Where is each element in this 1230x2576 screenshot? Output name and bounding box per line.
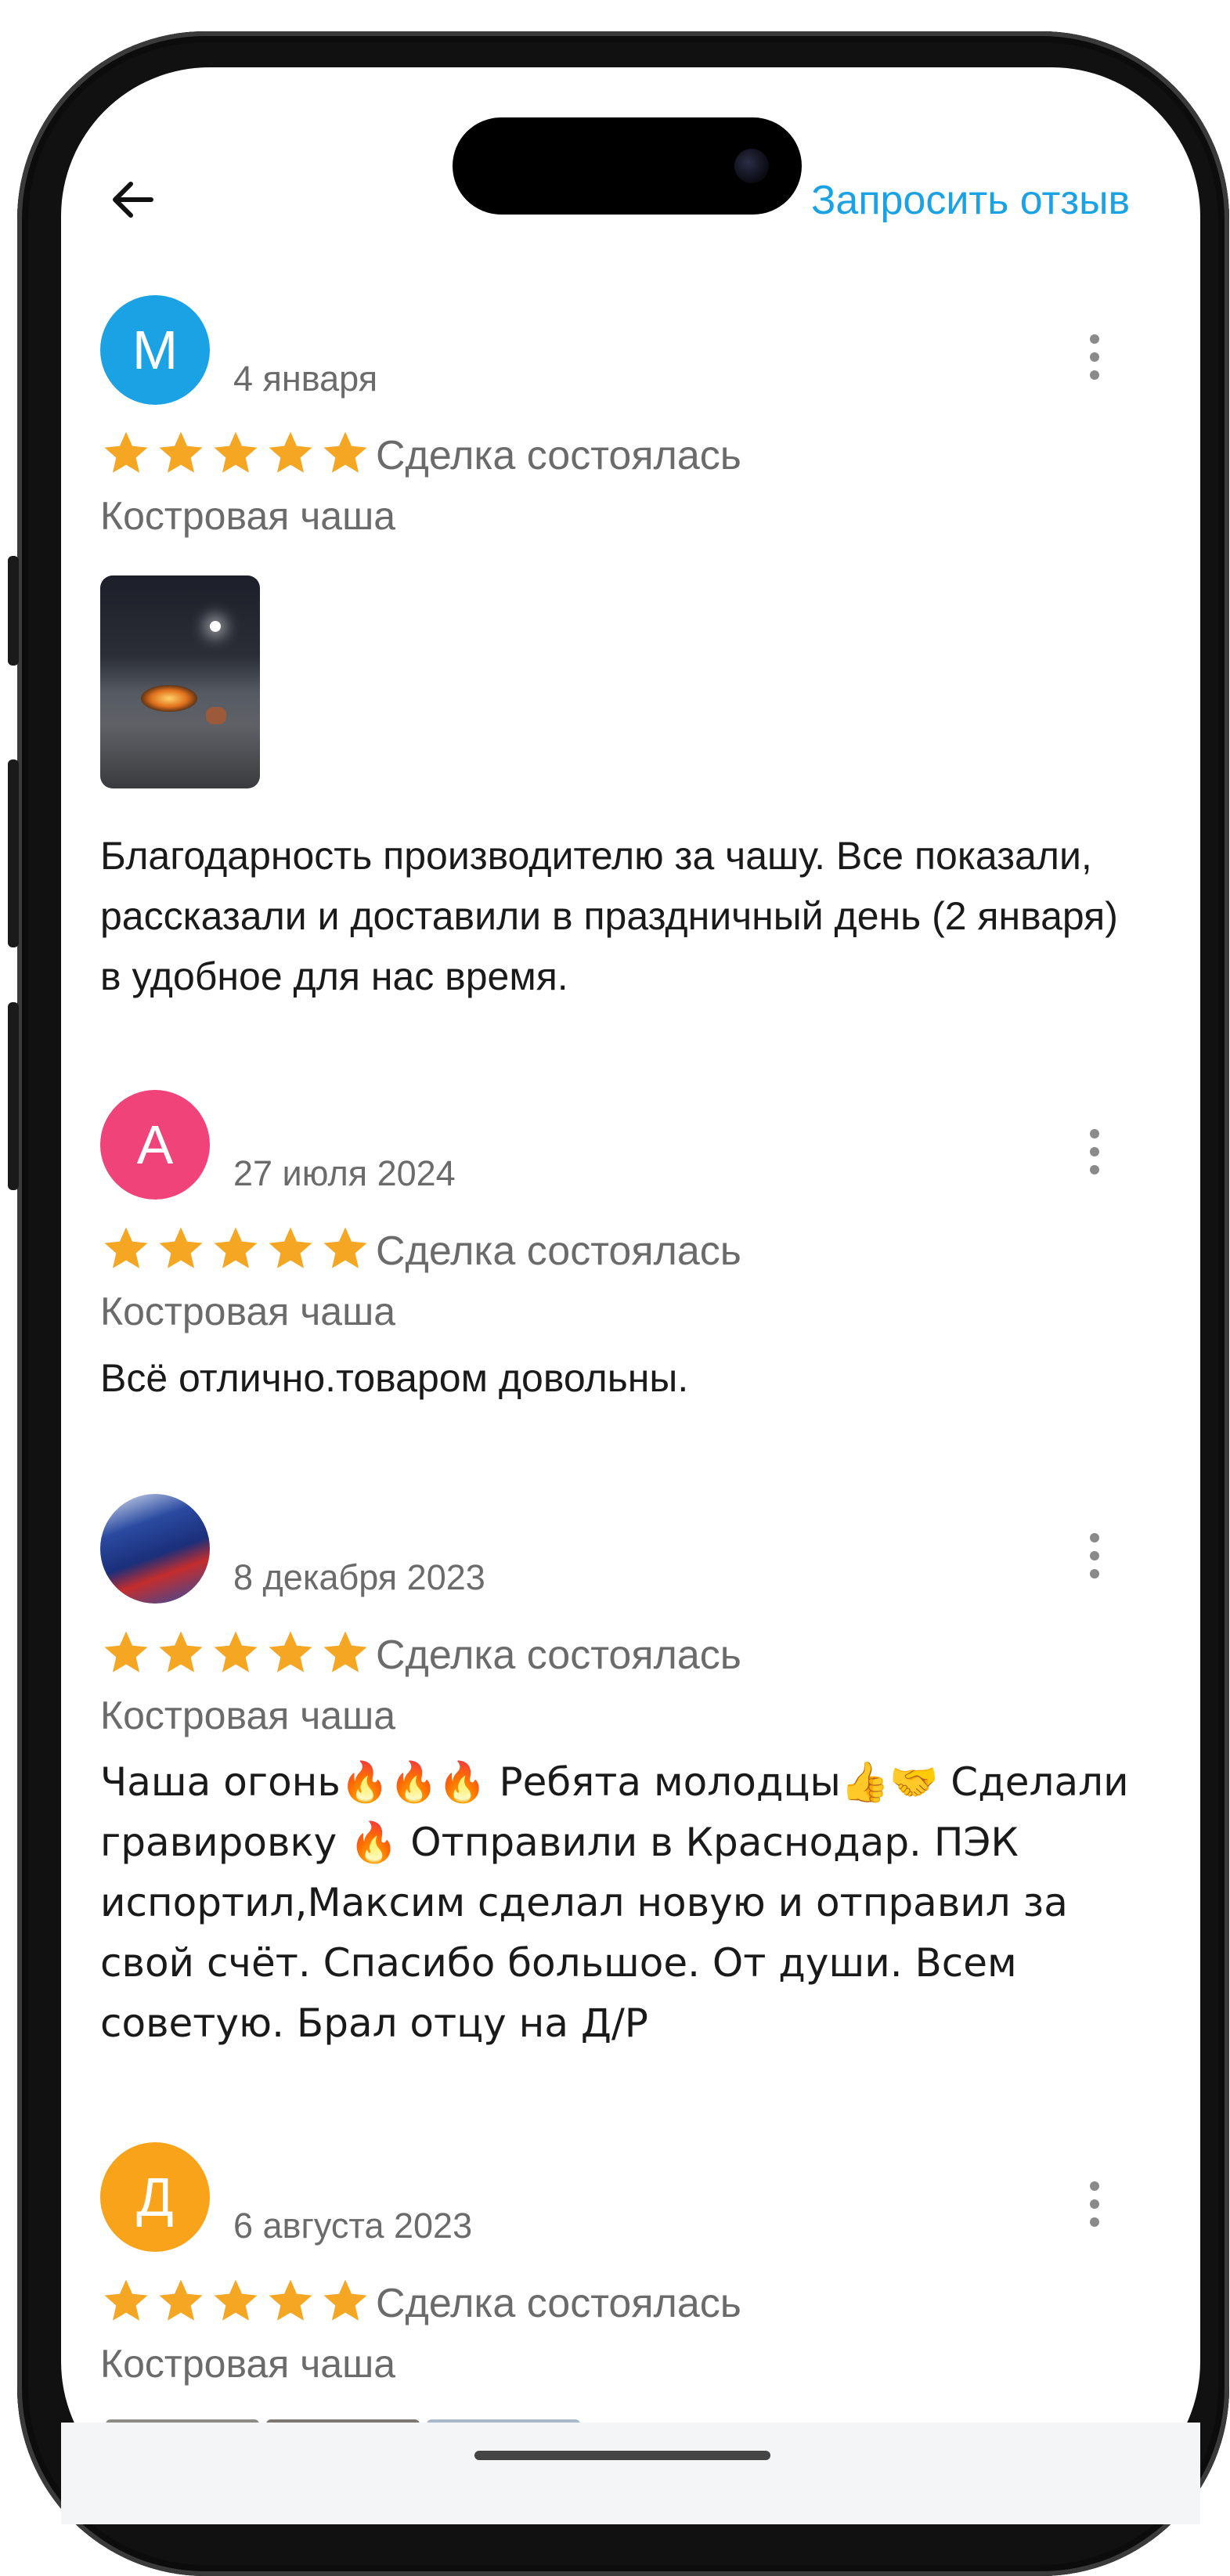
rating-stars bbox=[100, 1223, 371, 1278]
star-icon bbox=[159, 431, 203, 473]
review-date: 8 декабря 2023 bbox=[233, 1557, 485, 1597]
deal-status: Сделка состоялась bbox=[376, 1633, 741, 1678]
star-icon bbox=[159, 1227, 203, 1268]
phone-side-button bbox=[8, 556, 19, 666]
star-icon bbox=[323, 2279, 367, 2321]
avatar: Д bbox=[100, 2142, 210, 2252]
back-button[interactable] bbox=[106, 172, 161, 227]
star-icon bbox=[214, 431, 258, 473]
deal-status: Сделка состоялась bbox=[376, 1228, 741, 1274]
rating-stars bbox=[100, 2275, 371, 2330]
deal-status: Сделка состоялась bbox=[376, 2281, 741, 2326]
review-text: Благодарность производителю за чашу. Все… bbox=[100, 834, 1118, 998]
bottom-bar bbox=[61, 2423, 1200, 2524]
star-icon bbox=[323, 1631, 367, 1672]
star-icon bbox=[269, 1227, 312, 1268]
app-screenshot: Запросить отзыв М 4 января Сделка состоя… bbox=[0, 0, 1230, 2576]
more-options-button[interactable] bbox=[1079, 2177, 1110, 2232]
star-icon bbox=[269, 2279, 312, 2321]
deal-status: Сделка состоялась bbox=[376, 433, 741, 478]
star-icon bbox=[104, 1227, 148, 1268]
review-date: 6 августа 2023 bbox=[233, 2206, 473, 2246]
camera-icon bbox=[734, 149, 769, 183]
star-icon bbox=[214, 1227, 258, 1268]
avatar bbox=[100, 1494, 210, 1604]
back-arrow-icon bbox=[113, 182, 153, 218]
avatar: М bbox=[100, 295, 210, 405]
review-text: Чаша огонь🔥🔥🔥 Ребята молодцы👍🤝 Сделали г… bbox=[100, 1759, 1129, 2046]
avatar: А bbox=[100, 1090, 210, 1200]
star-icon bbox=[214, 2279, 258, 2321]
star-icon bbox=[104, 1631, 148, 1672]
star-icon bbox=[159, 2279, 203, 2321]
star-icon bbox=[159, 1631, 203, 1672]
dynamic-island bbox=[453, 117, 802, 215]
star-icon bbox=[214, 1631, 258, 1672]
star-icon bbox=[104, 2279, 148, 2321]
phone-side-button bbox=[8, 1002, 19, 1190]
star-icon bbox=[104, 431, 148, 473]
product-name: Костровая чаша bbox=[100, 1290, 396, 1333]
more-options-button[interactable] bbox=[1079, 1529, 1110, 1584]
star-icon bbox=[269, 1631, 312, 1672]
phone-side-button bbox=[8, 759, 19, 947]
product-name: Костровая чаша bbox=[100, 494, 396, 538]
rating-stars bbox=[100, 428, 371, 482]
review-date: 4 января bbox=[233, 359, 378, 399]
home-indicator[interactable] bbox=[474, 2451, 770, 2460]
product-name: Костровая чаша bbox=[100, 1694, 396, 1737]
request-review-link[interactable]: Запросить отзыв bbox=[811, 177, 1130, 224]
rating-stars bbox=[100, 1627, 371, 1682]
more-options-button[interactable] bbox=[1079, 1125, 1110, 1180]
star-icon bbox=[269, 431, 312, 473]
review-text: Всё отлично.товаром довольны. bbox=[100, 1356, 689, 1400]
product-name: Костровая чаша bbox=[100, 2342, 396, 2386]
star-icon bbox=[323, 1227, 367, 1268]
star-icon bbox=[323, 431, 367, 473]
review-photo[interactable] bbox=[100, 575, 260, 788]
review-date: 27 июля 2024 bbox=[233, 1153, 456, 1193]
more-options-button[interactable] bbox=[1079, 330, 1110, 385]
